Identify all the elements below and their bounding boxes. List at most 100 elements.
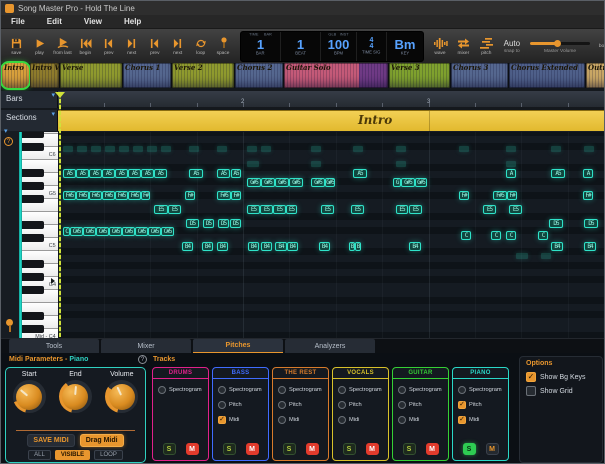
- piano-key-black[interactable]: [22, 132, 44, 138]
- volume-slider-track[interactable]: [530, 42, 590, 45]
- midi-note[interactable]: A5: [217, 169, 230, 178]
- midi-note[interactable]: A5: [231, 169, 241, 178]
- midi-note-faint[interactable]: [91, 146, 101, 152]
- menu-edit[interactable]: Edit: [47, 17, 62, 26]
- option-show-grid[interactable]: Show Grid: [526, 386, 602, 396]
- midi-note-faint[interactable]: [396, 146, 406, 152]
- checkbox-pitch[interactable]: [338, 401, 346, 409]
- section-verse-3[interactable]: Verse 3: [389, 63, 450, 88]
- chevron-down-icon[interactable]: ▾: [51, 110, 55, 118]
- checkbox-pitch[interactable]: [278, 401, 286, 409]
- midi-note[interactable]: G#5: [247, 178, 261, 187]
- piano-key-black[interactable]: [22, 182, 44, 190]
- midi-note[interactable]: E5: [154, 205, 168, 214]
- midi-note[interactable]: E5: [396, 205, 408, 214]
- midi-note[interactable]: A5: [76, 169, 89, 178]
- mute-button[interactable]: M: [486, 443, 499, 455]
- toolbar-button-mixer[interactable]: mixer: [453, 37, 474, 56]
- midi-mode-loop[interactable]: LOOP: [94, 450, 123, 460]
- solo-button[interactable]: S: [283, 443, 296, 455]
- checkbox-spectrogram[interactable]: [398, 386, 406, 394]
- help-icon[interactable]: ?: [4, 137, 13, 146]
- midi-note[interactable]: A5: [115, 169, 128, 178]
- midi-note[interactable]: E5: [286, 205, 297, 214]
- midi-note[interactable]: E5: [409, 205, 422, 214]
- midi-note[interactable]: A5: [89, 169, 102, 178]
- track-option-pitch[interactable]: ✓Pitch: [453, 401, 508, 409]
- midi-note[interactable]: A5: [63, 169, 76, 178]
- track-option-pitch[interactable]: Pitch: [333, 401, 388, 409]
- solo-button[interactable]: S: [343, 443, 356, 455]
- midi-note[interactable]: G#5: [289, 178, 303, 187]
- midi-note[interactable]: D5: [186, 219, 199, 228]
- track-option-midi[interactable]: Midi: [273, 416, 328, 424]
- playhead-marker-icon[interactable]: [55, 92, 65, 98]
- chevron-down-icon[interactable]: ▾: [4, 127, 8, 135]
- midi-note[interactable]: C: [63, 227, 70, 236]
- midi-note[interactable]: A5: [551, 169, 565, 178]
- midi-note[interactable]: C#5: [70, 227, 83, 236]
- pin-icon[interactable]: [6, 319, 13, 326]
- piano-key-black[interactable]: [22, 312, 44, 320]
- track-option-spectrogram[interactable]: Spectrogram: [393, 386, 448, 394]
- track-option-midi[interactable]: ✓Midi: [213, 416, 268, 424]
- midi-note[interactable]: A: [583, 169, 593, 178]
- midi-note[interactable]: B4: [182, 242, 193, 251]
- midi-note-faint[interactable]: [119, 146, 129, 152]
- save-midi-button[interactable]: SAVE MIDI: [27, 434, 74, 447]
- midi-note[interactable]: F#: [141, 191, 150, 200]
- mute-button[interactable]: M: [366, 443, 379, 455]
- midi-note[interactable]: F#: [231, 191, 241, 200]
- piano-key-black[interactable]: [22, 221, 44, 229]
- midi-note[interactable]: A5: [154, 169, 167, 178]
- midi-note[interactable]: A: [506, 169, 516, 178]
- toolbar-button-next[interactable]: next: [121, 37, 142, 56]
- piano-key-black[interactable]: [22, 325, 44, 333]
- help-icon[interactable]: ?: [138, 355, 147, 364]
- midi-note[interactable]: F#5: [217, 191, 231, 200]
- track-option-midi[interactable]: Midi: [393, 416, 448, 424]
- midi-note[interactable]: F#5: [493, 191, 507, 200]
- checkbox-spectrogram[interactable]: [278, 386, 286, 394]
- midi-note[interactable]: B4: [261, 242, 272, 251]
- section-chorus-2[interactable]: Chorus 2: [235, 63, 283, 88]
- midi-note[interactable]: B: [355, 242, 361, 251]
- tab-mixer[interactable]: Mixer: [101, 339, 191, 354]
- note-grid[interactable]: A5A5A5A5A5A5A5A5A5A5A5A5AA5AG#5G#5G#5G#5…: [58, 132, 605, 338]
- checkbox-spectrogram[interactable]: [218, 386, 226, 394]
- midi-note[interactable]: E5: [247, 205, 260, 214]
- piano-key-black[interactable]: [22, 169, 44, 177]
- solo-button[interactable]: S: [403, 443, 416, 455]
- midi-note-faint[interactable]: [506, 161, 516, 167]
- midi-note[interactable]: G#5: [325, 178, 335, 187]
- midi-note[interactable]: B4: [551, 242, 563, 251]
- mute-button[interactable]: M: [186, 443, 199, 455]
- piano-key-black[interactable]: [22, 273, 44, 281]
- midi-note[interactable]: F#5: [89, 191, 102, 200]
- midi-note-faint[interactable]: [459, 146, 469, 152]
- track-option-spectrogram[interactable]: Spectrogram: [273, 386, 328, 394]
- checkbox-midi[interactable]: ✓: [458, 416, 466, 424]
- midi-note[interactable]: F#: [507, 191, 517, 200]
- piano-key-black[interactable]: [22, 143, 44, 151]
- piano-key-black[interactable]: [22, 195, 44, 203]
- midi-note[interactable]: F#5: [76, 191, 89, 200]
- piano-key-black[interactable]: [22, 234, 44, 242]
- section-verse-2[interactable]: Verse 2: [172, 63, 234, 88]
- toolbar-button-prev[interactable]: prev: [98, 37, 119, 56]
- midi-note[interactable]: F#5: [63, 191, 76, 200]
- checkbox-show-bg-keys[interactable]: ✓: [526, 372, 536, 382]
- knob-dial[interactable]: [16, 384, 42, 410]
- solo-button[interactable]: S: [163, 443, 176, 455]
- mute-button[interactable]: M: [246, 443, 259, 455]
- tab-tools[interactable]: Tools: [9, 339, 99, 354]
- section-chorus-3[interactable]: Chorus 3: [451, 63, 508, 88]
- midi-note-faint[interactable]: [189, 146, 199, 152]
- checkbox-show-grid[interactable]: [526, 386, 536, 396]
- midi-note[interactable]: F#: [185, 191, 195, 200]
- drag-midi-button[interactable]: Drag Midi: [80, 434, 124, 447]
- midi-note[interactable]: C: [538, 231, 548, 240]
- midi-note[interactable]: A5: [189, 169, 203, 178]
- midi-note[interactable]: C#5: [96, 227, 109, 236]
- checkbox-midi[interactable]: [338, 416, 346, 424]
